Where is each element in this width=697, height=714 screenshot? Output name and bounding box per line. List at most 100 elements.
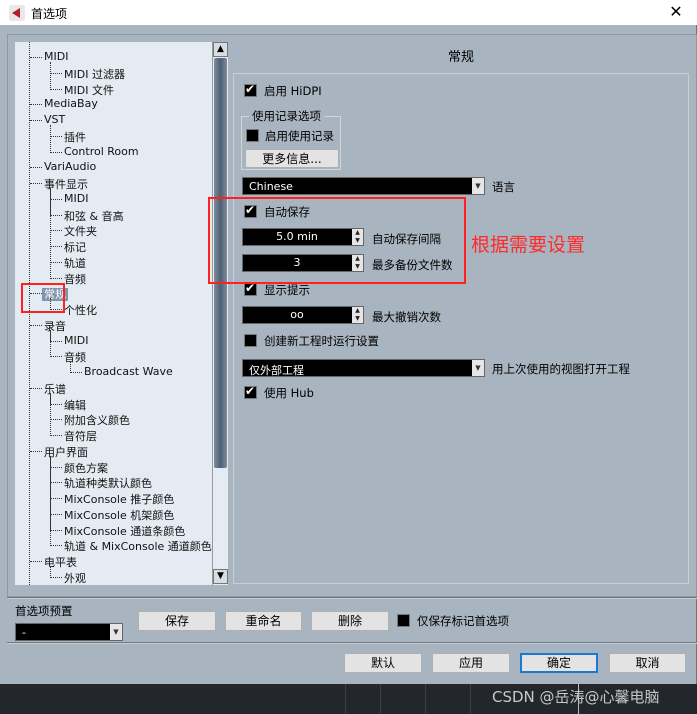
tree-item[interactable]: 个性化 — [50, 302, 97, 318]
spin-arrows-icon[interactable]: ▲ ▼ — [352, 307, 363, 323]
tree-item-label: MIDI — [44, 50, 69, 63]
tree-item[interactable]: MediaBay — [30, 97, 98, 111]
tree-item[interactable]: 音符层 — [50, 428, 97, 444]
open-view-value: 仅外部工程 — [249, 364, 304, 377]
tree-scrollbar[interactable]: ▲ ▼ — [212, 42, 228, 585]
ok-button[interactable]: 确定 — [520, 653, 598, 673]
annotation-text: 根据需要设置 — [471, 234, 586, 256]
run-setup-label: 创建新工程时运行设置 — [264, 334, 379, 348]
default-button[interactable]: 默认 — [344, 653, 422, 673]
chevron-down-icon: ▼ — [472, 178, 484, 194]
tree-item[interactable]: MixConsole 推子颜色 — [49, 491, 175, 507]
tree-line — [29, 42, 30, 585]
max-undo-value: oo — [290, 308, 304, 321]
use-hub-label: 使用 Hub — [264, 386, 314, 400]
tree-item-label: 轨道 & MixConsole 通道颜色 — [64, 540, 212, 554]
tree-line — [50, 392, 51, 436]
tree-item[interactable]: 附加含义颜色 — [50, 412, 130, 428]
presets-dropdown[interactable]: - ▼ — [15, 623, 123, 641]
chevron-down-icon: ▼ — [472, 360, 484, 376]
tree-item[interactable]: 音频 — [50, 271, 86, 287]
max-undo-label: 最大撤销次数 — [372, 310, 441, 324]
title-bar: 首选项 ✕ — [0, 0, 697, 25]
tree-item-label: MixConsole 机架颜色 — [64, 508, 175, 522]
tree-item[interactable]: 录音 — [30, 318, 66, 334]
tree-item[interactable]: 和弦 & 音高 — [50, 208, 124, 224]
tree-item-label: MixConsole 推子颜色 — [64, 493, 175, 506]
scroll-up-button[interactable]: ▲ — [213, 42, 228, 57]
tree-item[interactable]: Control Room — [50, 145, 139, 158]
tree-item-label: 电平表 — [44, 556, 77, 569]
show-tips-checkbox[interactable] — [244, 281, 257, 296]
chevron-down-icon: ▼ — [110, 624, 122, 640]
tree-item[interactable]: MixConsole 通道条颜色 — [49, 523, 186, 539]
apply-button[interactable]: 应用 — [432, 653, 510, 673]
max-undo-spinbox[interactable]: oo ▲ ▼ — [242, 306, 364, 324]
tree-item[interactable]: 外观 — [50, 570, 86, 585]
use-hub-checkbox[interactable] — [244, 384, 257, 399]
tree-item[interactable]: MixConsole 机架颜色 — [49, 507, 175, 523]
open-view-dropdown[interactable]: 仅外部工程 ▼ — [242, 359, 485, 377]
tree-item[interactable]: MIDI 过滤器 — [50, 66, 125, 82]
more-info-button[interactable]: 更多信息... — [245, 149, 339, 168]
tree-line — [50, 455, 51, 547]
tree-item-label: 附加含义颜色 — [64, 414, 130, 428]
tree-item[interactable]: MIDI — [49, 192, 88, 205]
only-marked-checkbox[interactable] — [397, 614, 410, 627]
open-view-label: 用上次使用的视图打开工程 — [492, 362, 630, 376]
tree-item-label: 音符层 — [64, 430, 97, 443]
language-dropdown[interactable]: Chinese ▼ — [242, 177, 485, 195]
delete-preset-button[interactable]: 删除 — [311, 611, 389, 631]
tree-item[interactable]: 轨道种类默认颜色 — [50, 475, 152, 491]
tree-item[interactable]: 插件 — [50, 129, 86, 145]
tree-line — [50, 188, 51, 279]
tree-item[interactable]: 乐谱 — [30, 381, 66, 397]
tree-item-label: MIDI 过滤器 — [64, 67, 125, 81]
tree-item-label: 标记 — [64, 241, 86, 254]
rename-preset-button[interactable]: 重命名 — [225, 611, 302, 631]
window-title: 首选项 — [31, 7, 68, 21]
tree-item[interactable]: MIDI — [49, 333, 89, 347]
tree-item-label: 个性化 — [64, 304, 97, 317]
tree-item-label: 乐谱 — [44, 382, 66, 396]
divider — [7, 642, 697, 644]
presets-label: 首选项预置 — [15, 604, 73, 618]
tree-item[interactable]: 标记 — [50, 239, 86, 255]
tree-highlight-box — [21, 283, 65, 313]
run-setup-checkbox[interactable] — [244, 334, 257, 347]
cancel-button[interactable]: 取消 — [609, 653, 686, 673]
tree-item-label: 轨道 — [64, 256, 86, 270]
tree-item-label: MixConsole 通道条颜色 — [64, 524, 186, 538]
tree-item[interactable]: 音频 — [50, 349, 86, 365]
tree-item[interactable]: VariAudio — [29, 160, 96, 173]
tree-item[interactable]: 编辑 — [50, 397, 86, 413]
tree-item[interactable]: Broadcast Wave — [70, 365, 173, 378]
tree-item-label: MIDI 文件 — [64, 83, 114, 97]
enable-usage-checkbox[interactable] — [246, 129, 259, 142]
preferences-dialog: 首选项 ✕ MIDI MIDI 过滤器 MIDI 文件 MediaBay VST 插件 Co… — [0, 0, 697, 684]
tree-item-label: 插件 — [64, 130, 86, 144]
language-label: 语言 — [492, 180, 515, 194]
language-value: Chinese — [249, 180, 293, 193]
scroll-down-button[interactable]: ▼ — [213, 569, 228, 584]
tree-item-label: MIDI — [64, 333, 89, 347]
tree-item[interactable]: MIDI — [29, 50, 69, 63]
tree-line — [50, 125, 51, 153]
tree-item[interactable]: 电平表 — [30, 554, 77, 570]
close-button[interactable]: ✕ — [664, 2, 688, 21]
tree-item-label: VST — [44, 113, 66, 126]
tree-item[interactable]: 文件夹 — [50, 223, 97, 239]
tree-item-label: Broadcast Wave — [84, 365, 173, 378]
tree-line — [50, 329, 51, 358]
tree-item-label: MediaBay — [44, 97, 98, 111]
save-preset-button[interactable]: 保存 — [138, 611, 216, 631]
tree-item[interactable]: 颜色方案 — [50, 460, 108, 476]
tree-item[interactable]: MIDI 文件 — [50, 82, 114, 98]
tree-item-label: 音频 — [64, 272, 86, 286]
tree-item[interactable]: 轨道 & MixConsole 通道颜色 — [50, 538, 212, 554]
tree-item[interactable]: 轨道 — [50, 255, 86, 271]
hidpi-checkbox[interactable] — [244, 82, 257, 97]
tree-item[interactable]: VST — [29, 113, 66, 126]
usage-group-title: 使用记录选项 — [249, 108, 324, 124]
panel-title: 常规 — [447, 50, 474, 65]
